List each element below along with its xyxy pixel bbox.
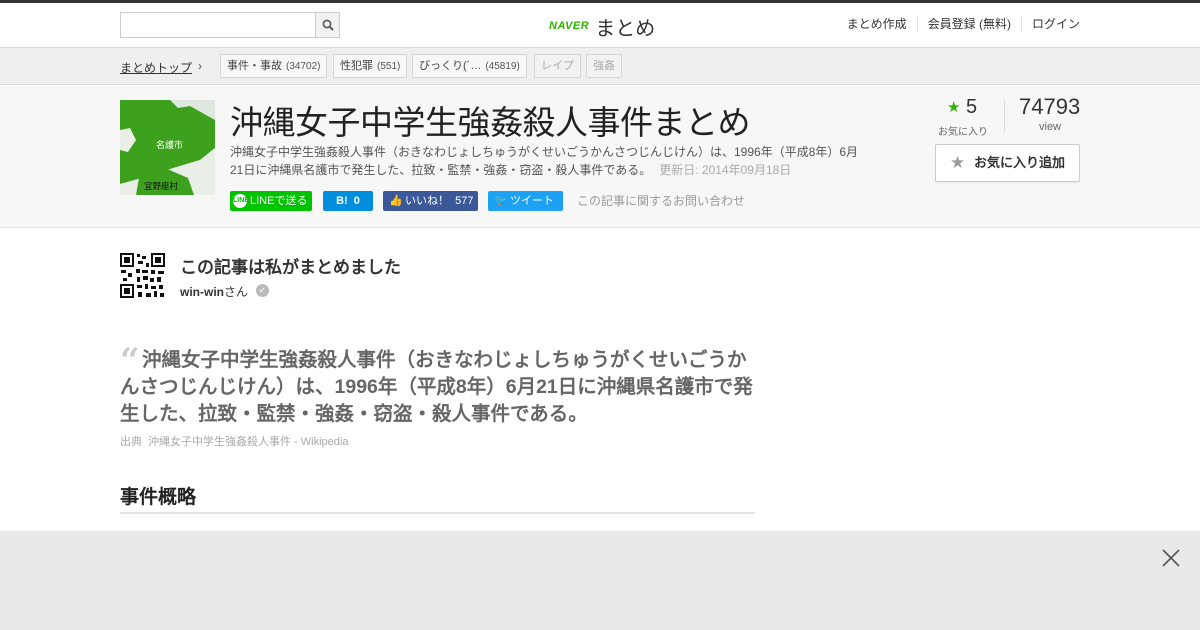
tag-label: 性犯罪 [340, 60, 373, 72]
share-line-button[interactable]: LINE LINEで送る [230, 191, 312, 211]
stats-divider [1004, 100, 1005, 132]
share-facebook-button[interactable]: 👍 いいね！ 577 [383, 191, 478, 211]
article-thumbnail[interactable]: 名護市 宜野座村 [120, 100, 215, 195]
breadcrumb-top-link[interactable]: まとめトップ [120, 59, 192, 76]
tag-incident[interactable]: 事件・事故 (34702) [220, 54, 328, 78]
section-divider [120, 512, 755, 514]
hatena-count: 0 [353, 195, 360, 207]
share-hatena-button[interactable]: B! 0 [323, 191, 373, 211]
page-title: 沖縄女子中学生強姦殺人事件まとめ [230, 103, 751, 142]
share-line-label: LINEで送る [250, 195, 308, 207]
breadcrumb: まとめトップ › 事件・事故 (34702) 性犯罪 (551) びっくり(´… (4… [0, 48, 1200, 85]
tag-count: (551) [377, 61, 401, 72]
article-quote: 沖縄女子中学生強姦殺人事件（おきなわじょしちゅうがくせいごうかんさつじんじけん）… [120, 349, 753, 425]
facebook-count: 577 [455, 195, 474, 207]
tag-assault[interactable]: 強姦 [586, 54, 622, 78]
contact-link[interactable]: この記事に関するお問い合わせ [577, 191, 745, 211]
header-nav: まとめ作成 会員登録 (無料) ログイン [837, 17, 1080, 31]
view-count: 74793 [1019, 94, 1081, 119]
tag-count: (34702) [286, 61, 321, 72]
search-button[interactable] [315, 12, 340, 38]
favorites-count: 5 [966, 96, 978, 118]
chevron-right-icon: › [198, 59, 202, 73]
star-icon: ★ [947, 99, 961, 116]
logo-brand: NAVER [549, 20, 590, 32]
tag-count: (45819) [485, 61, 520, 72]
article-header: 名護市 宜野座村 沖縄女子中学生強姦殺人事件まとめ 沖縄女子中学生強姦殺人事件（… [0, 86, 1200, 228]
author-username: win-win [180, 285, 224, 299]
section-title: 事件概略 [120, 487, 197, 508]
star-icon: ★ [950, 153, 966, 172]
tag-label: 事件・事故 [227, 60, 282, 72]
view-label: view [1039, 121, 1062, 133]
tag-rape[interactable]: レイプ [534, 54, 581, 78]
tag-sex-crime[interactable]: 性犯罪 (551) [333, 54, 408, 78]
thumbnail-label-nago: 名護市 [156, 139, 183, 151]
add-favorite-label: お気に入り追加 [974, 155, 1066, 170]
tag-label: 強姦 [593, 60, 615, 72]
nav-register[interactable]: 会員登録 (無料) [916, 17, 1021, 31]
twitter-label: ツイート [510, 195, 554, 207]
source-link[interactable]: 沖縄女子中学生強姦殺人事件 - Wikipedia [148, 436, 348, 448]
qr-code-icon [120, 253, 165, 298]
author-suffix: さん [224, 285, 249, 299]
tag-surprise[interactable]: びっくり(´… (45819) [412, 54, 527, 78]
author-name[interactable]: win-winさん [180, 283, 248, 300]
thumbnail-label-ginoza: 宜野座村 [144, 181, 179, 192]
add-favorite-button[interactable]: ★ お気に入り追加 [935, 144, 1080, 182]
hatena-icon: B! [336, 195, 348, 207]
share-twitter-button[interactable]: 🐦 ツイート [488, 191, 563, 211]
nav-login[interactable]: ログイン [1020, 17, 1080, 31]
quote-source: 出典 沖縄女子中学生強姦殺人事件 - Wikipedia [120, 433, 348, 449]
close-icon[interactable] [1161, 548, 1181, 568]
site-logo[interactable]: NAVER まとめ [549, 12, 655, 40]
article-description: 沖縄女子中学生強姦殺人事件（おきなわじょしちゅうがくせいごうかんさつじんじけん）… [230, 143, 870, 179]
favorites-label: お気に入り [938, 127, 988, 138]
nav-create-matome[interactable]: まとめ作成 [837, 17, 917, 31]
header: NAVER まとめ まとめ作成 会員登録 (無料) ログイン [0, 3, 1200, 48]
facebook-icon: 👍 [389, 195, 403, 207]
logo-name: まとめ [595, 15, 656, 40]
search-input[interactable] [120, 12, 316, 38]
line-icon: LINE [233, 194, 249, 208]
tag-label: レイプ [541, 60, 574, 72]
twitter-icon: 🐦 [494, 195, 508, 207]
verified-icon: ✓ [256, 284, 269, 297]
search-icon [322, 19, 334, 31]
updated-date: 更新日: 2014年09月18日 [659, 163, 792, 177]
facebook-label: いいね！ [405, 195, 449, 207]
tag-label: びっくり(´… [419, 60, 482, 72]
author-heading: この記事は私がまとめました [180, 258, 401, 277]
source-label: 出典 [120, 436, 142, 448]
ad-overlay [0, 531, 1200, 630]
